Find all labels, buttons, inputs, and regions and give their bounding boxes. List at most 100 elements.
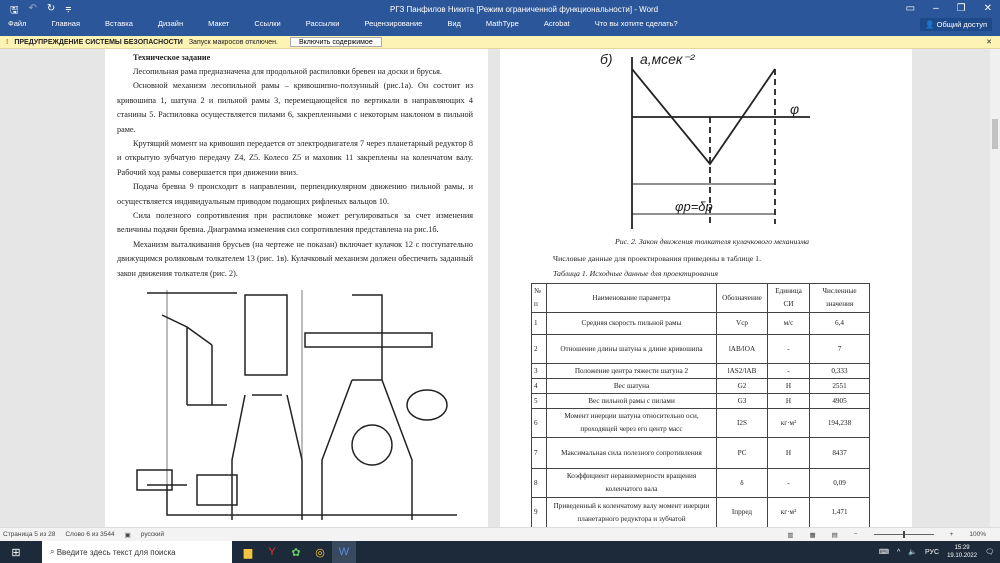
zoom-slider[interactable] bbox=[873, 531, 934, 538]
table-cell: Положение центра тяжести шатуна 2 bbox=[546, 363, 717, 379]
paragraph: Лесопильная рама предназначена для продо… bbox=[133, 67, 442, 76]
ribbon-tab[interactable]: Вставка bbox=[105, 19, 133, 28]
table-cell: Iпрред bbox=[716, 497, 768, 528]
ribbon-display-icon[interactable]: ▭ bbox=[906, 3, 915, 14]
customize-qa-icon[interactable]: ⩦ bbox=[65, 3, 71, 20]
table-cell: Н bbox=[767, 393, 810, 409]
input-language[interactable]: РУС bbox=[925, 549, 939, 556]
document-page-right[interactable]: б) a,мсек⁻² φ φp=δp Рис. 2. Закон движен… bbox=[500, 49, 912, 528]
clock[interactable]: 15:29 19.10.2022 bbox=[947, 544, 977, 560]
word-count[interactable]: Слово 6 из 3544 bbox=[65, 531, 114, 538]
table-cell: 0,333 bbox=[809, 363, 870, 379]
table-row: 5 Вес пильной рамы с пилами G3 Н 4905 bbox=[531, 393, 870, 409]
file-explorer-icon[interactable]: ▆ bbox=[236, 541, 260, 563]
search-icon: ⌕ bbox=[50, 547, 57, 556]
maximize-button[interactable]: ❐ bbox=[957, 3, 966, 14]
table-header: Обозначение bbox=[716, 283, 768, 313]
taskbar: ⊞ ⌕ Введите здесь текст для поиска ▆ Y ✿… bbox=[0, 541, 1000, 563]
ribbon-tab[interactable]: Макет bbox=[208, 19, 229, 28]
status-bar: Страница 5 из 28 Слово 6 из 3544 ▣ русск… bbox=[0, 527, 1000, 541]
close-button[interactable]: ✕ bbox=[984, 3, 992, 14]
table-cell: 2551 bbox=[809, 378, 870, 394]
minimize-button[interactable]: – bbox=[933, 3, 939, 14]
ribbon-tab[interactable]: Acrobat bbox=[544, 19, 570, 28]
read-mode-icon[interactable]: ▥ bbox=[787, 531, 793, 539]
app-icon[interactable]: ✿ bbox=[284, 541, 308, 563]
yandex-browser-icon[interactable]: Y bbox=[260, 541, 284, 563]
table-cell: 6,4 bbox=[809, 312, 870, 335]
ribbon-tab[interactable]: MathType bbox=[486, 19, 519, 28]
notifications-icon[interactable]: 🗨 bbox=[985, 548, 994, 556]
scrollbar-thumb[interactable] bbox=[992, 119, 998, 149]
table-cell: Vср bbox=[716, 312, 768, 335]
ribbon-tab[interactable]: Ссылки bbox=[254, 19, 280, 28]
tell-me-search[interactable]: Что вы хотите сделать? bbox=[595, 19, 678, 28]
zoom-level[interactable]: 100% bbox=[969, 531, 986, 538]
window-title: РГЗ Панфилов Никита [Режим ограниченной … bbox=[390, 5, 659, 14]
word-icon[interactable]: W bbox=[332, 541, 356, 563]
table-cell: Средняя скорость пильной рамы bbox=[546, 312, 717, 335]
save-icon[interactable]: 🖫 bbox=[10, 3, 19, 20]
volume-icon[interactable]: 🔈 bbox=[908, 548, 917, 556]
table-cell: Коэффициент неравномерности вращения кол… bbox=[546, 468, 717, 498]
vertical-scrollbar[interactable] bbox=[990, 49, 1000, 527]
ribbon-tab[interactable]: Рецензирование bbox=[364, 19, 422, 28]
ribbon-tab[interactable]: Дизайн bbox=[158, 19, 183, 28]
taskbar-search[interactable]: ⌕ Введите здесь текст для поиска bbox=[42, 541, 232, 563]
table-cell: кг·м² bbox=[767, 408, 810, 438]
table-row: 7 Максимальная сила полезного сопротивлен… bbox=[531, 437, 870, 469]
page-count[interactable]: Страница 5 из 28 bbox=[3, 531, 55, 538]
svg-text:φ: φ bbox=[790, 101, 799, 117]
table-row: 2 Отношение длины шатуна к длине кривошип… bbox=[531, 334, 870, 364]
zoom-in-button[interactable]: + bbox=[950, 531, 954, 538]
table-cell: 2 bbox=[531, 334, 547, 364]
table-cell: кг·м² bbox=[767, 497, 810, 528]
figure-2-caption: Рис. 2. Закон движения толкателя кулачко… bbox=[615, 237, 810, 246]
print-layout-icon[interactable]: ▦ bbox=[809, 531, 815, 539]
table-cell: 8437 bbox=[809, 437, 870, 469]
ribbon-tab[interactable]: Главная bbox=[51, 19, 80, 28]
table-cell: Отношение длины шатуна к длине кривошипа bbox=[546, 334, 717, 364]
table-cell: - bbox=[767, 363, 810, 379]
ribbon-tab[interactable]: Вид bbox=[447, 19, 461, 28]
undo-icon[interactable]: ↶ bbox=[29, 3, 37, 20]
svg-text:a,мсек⁻²: a,мсек⁻² bbox=[640, 51, 696, 67]
table-intro: Числовые данные для проектирования приве… bbox=[553, 254, 762, 263]
tray-chevron-icon[interactable]: ^ bbox=[897, 549, 900, 556]
table-header: Единица СИ bbox=[767, 283, 810, 313]
share-button[interactable]: 👤 Общий доступ bbox=[920, 18, 992, 31]
table-cell: 4 bbox=[531, 378, 547, 394]
security-warning-bar: ! ПРЕДУПРЕЖДЕНИЕ СИСТЕМЫ БЕЗОПАСНОСТИ За… bbox=[0, 36, 1000, 49]
table-cell: lAB/lOA bbox=[716, 334, 768, 364]
table-caption: Таблица 1. Исходные данные для проектиро… bbox=[553, 269, 719, 278]
windows-start-icon[interactable]: ⊞ bbox=[4, 541, 28, 563]
table-row: 4 Вес шатуна G2 Н 2551 bbox=[531, 378, 870, 394]
zoom-out-button[interactable]: − bbox=[854, 531, 858, 538]
table-header: № п bbox=[531, 283, 547, 313]
language[interactable]: русский bbox=[141, 531, 164, 538]
close-warning-icon[interactable]: ✕ bbox=[986, 38, 992, 46]
table-cell: 3 bbox=[531, 363, 547, 379]
table-cell: 1,471 bbox=[809, 497, 870, 528]
proofing-icon[interactable]: ▣ bbox=[125, 531, 131, 539]
table-header: Наименование параметра bbox=[546, 283, 717, 313]
table-cell: Приведенный к коленчатому валу момент ин… bbox=[546, 497, 717, 528]
parameters-table: № п Наименование параметра Обозначение Един… bbox=[531, 283, 870, 528]
table-cell: Н bbox=[767, 437, 810, 469]
shield-warning-icon: ! bbox=[6, 38, 9, 46]
chrome-icon[interactable]: ◎ bbox=[308, 541, 332, 563]
table-cell: - bbox=[767, 334, 810, 364]
document-page-left[interactable]: Техническое задание Лесопильная рама пре… bbox=[105, 49, 488, 527]
ribbon-tab[interactable]: Файл bbox=[8, 19, 26, 28]
table-cell: 0,09 bbox=[809, 468, 870, 498]
ribbon-tab[interactable]: Рассылки bbox=[306, 19, 340, 28]
paragraph: Основной механизм лесопильной рамы – кри… bbox=[117, 81, 473, 134]
table-cell: I2S bbox=[716, 408, 768, 438]
keyboard-icon[interactable]: ⌨ bbox=[879, 548, 889, 556]
redo-icon[interactable]: ↻ bbox=[47, 3, 55, 20]
table-cell: PC bbox=[716, 437, 768, 469]
enable-content-button[interactable]: Включить содержимое bbox=[289, 37, 382, 47]
paragraph: Подача бревна 9 происходит в направлении… bbox=[117, 182, 473, 206]
web-layout-icon[interactable]: ▤ bbox=[832, 531, 838, 539]
table-cell: Вес шатуна bbox=[546, 378, 717, 394]
